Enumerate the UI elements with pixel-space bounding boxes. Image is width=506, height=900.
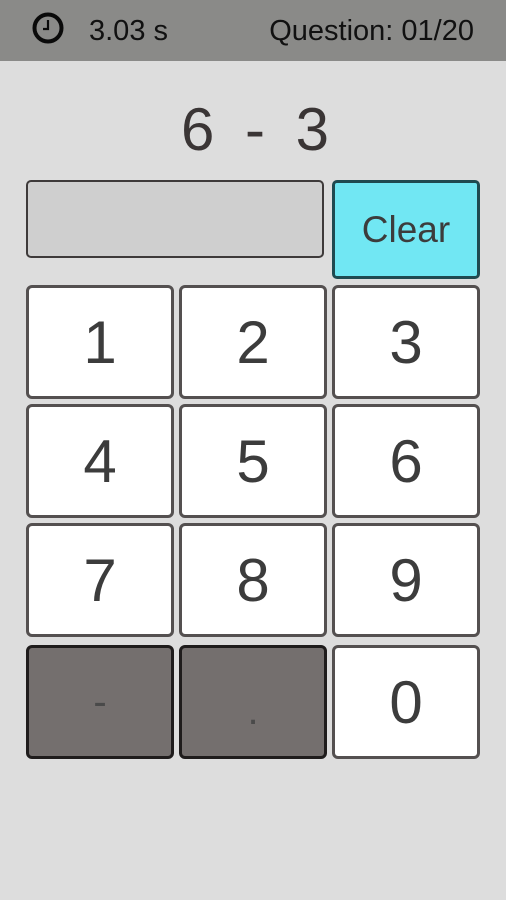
clear-button[interactable]: Clear [332,180,480,279]
key-9[interactable]: 9 [332,523,480,637]
top-bar: 3.03 s Question: 01/20 [0,0,506,61]
key-2[interactable]: 2 [179,285,327,399]
timer-readout: 3.03 s [89,15,168,47]
answer-field[interactable] [26,180,324,258]
key-decimal[interactable]: . [179,645,327,759]
key-0[interactable]: 0 [332,645,480,759]
clock-icon [32,12,64,44]
key-3[interactable]: 3 [332,285,480,399]
math-problem: 6 - 3 [180,96,334,163]
key-1[interactable]: 1 [26,285,174,399]
question-counter: Question: 01/20 [269,15,474,47]
key-7[interactable]: 7 [26,523,174,637]
key-5[interactable]: 5 [179,404,327,518]
key-6[interactable]: 6 [332,404,480,518]
key-minus[interactable]: - [26,645,174,759]
key-8[interactable]: 8 [179,523,327,637]
key-4[interactable]: 4 [26,404,174,518]
